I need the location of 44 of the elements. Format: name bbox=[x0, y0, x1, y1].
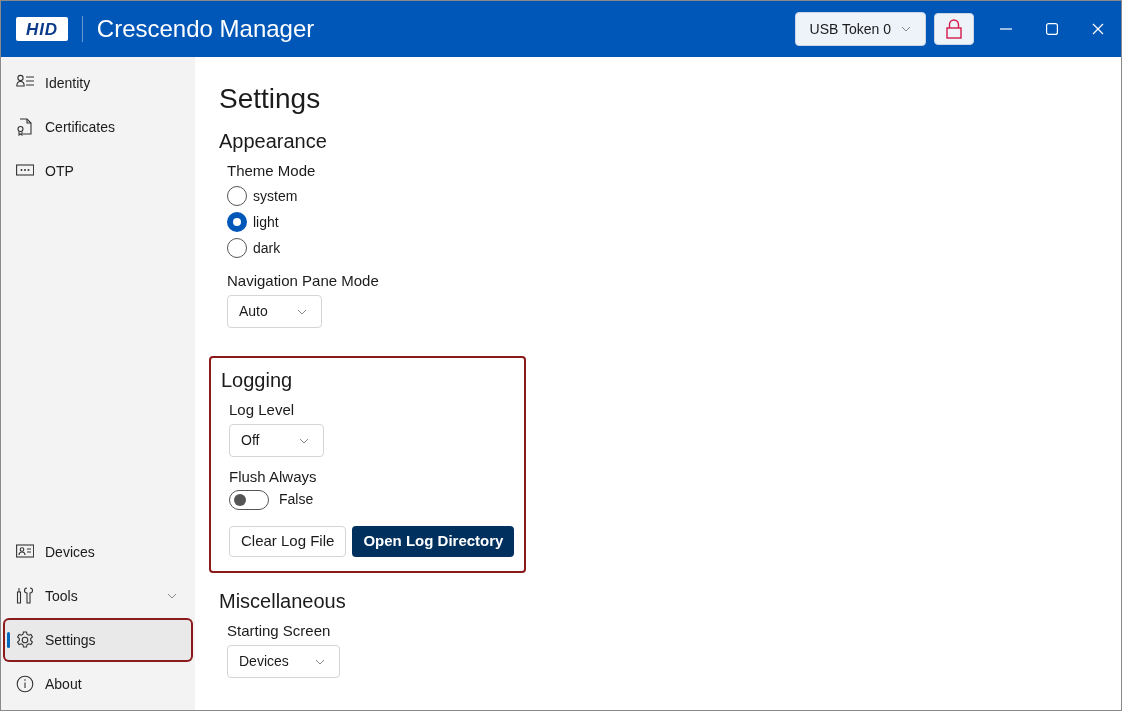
maximize-icon[interactable] bbox=[1046, 23, 1058, 35]
id-card-icon bbox=[16, 543, 34, 561]
selection-indicator bbox=[7, 632, 10, 648]
primary-button[interactable]: Open Log Directory bbox=[352, 526, 515, 557]
dropdown[interactable]: Devices bbox=[227, 645, 340, 678]
field-label: Navigation Pane Mode bbox=[227, 271, 380, 291]
radio-label[interactable]: light bbox=[253, 211, 279, 233]
app-title: Crescendo Manager bbox=[96, 14, 315, 44]
dropdown[interactable]: Auto bbox=[227, 295, 322, 328]
secondary-button[interactable]: Clear Log File bbox=[229, 526, 347, 557]
settings-icon bbox=[16, 631, 34, 649]
padlock-icon bbox=[946, 19, 962, 39]
certificate-icon bbox=[16, 118, 34, 136]
radio-button[interactable] bbox=[227, 212, 247, 232]
close-icon[interactable] bbox=[1092, 23, 1104, 35]
field-label: Log Level bbox=[229, 400, 296, 420]
field-label: Starting Screen bbox=[227, 621, 332, 641]
nav-item[interactable]: Devices bbox=[5, 532, 191, 572]
radio-label[interactable]: system bbox=[253, 185, 298, 207]
device-dropdown[interactable]: USB Token 0 bbox=[794, 12, 926, 46]
nav-item[interactable]: OTP bbox=[5, 151, 191, 191]
section-title: Logging bbox=[221, 368, 294, 393]
nav-item[interactable]: About bbox=[5, 664, 191, 704]
field-label: Flush Always bbox=[229, 467, 318, 487]
nav-item[interactable]: Tools bbox=[5, 576, 191, 616]
chevron-down-icon bbox=[297, 308, 307, 315]
info-icon bbox=[16, 675, 34, 693]
dropdown[interactable]: Off bbox=[229, 424, 324, 457]
lock-button[interactable] bbox=[934, 13, 974, 45]
nav-item[interactable]: Settings bbox=[5, 620, 191, 660]
section-title: Miscellaneous bbox=[219, 589, 347, 614]
chevron-down-icon bbox=[314, 658, 325, 665]
tools-icon bbox=[16, 587, 34, 605]
chevron-down-icon bbox=[901, 26, 911, 32]
logo: HID bbox=[16, 17, 68, 41]
chevron-down-icon bbox=[167, 593, 177, 599]
toggle-state-text: False bbox=[279, 490, 314, 509]
nav-item[interactable]: Certificates bbox=[5, 107, 191, 147]
radio-label[interactable]: dark bbox=[253, 237, 281, 259]
section-title: Appearance bbox=[219, 129, 328, 154]
chevron-down-icon bbox=[299, 437, 309, 444]
nav-item[interactable]: Identity bbox=[5, 63, 191, 103]
page-title: Settings bbox=[219, 82, 322, 116]
field-label: Theme Mode bbox=[227, 161, 317, 181]
